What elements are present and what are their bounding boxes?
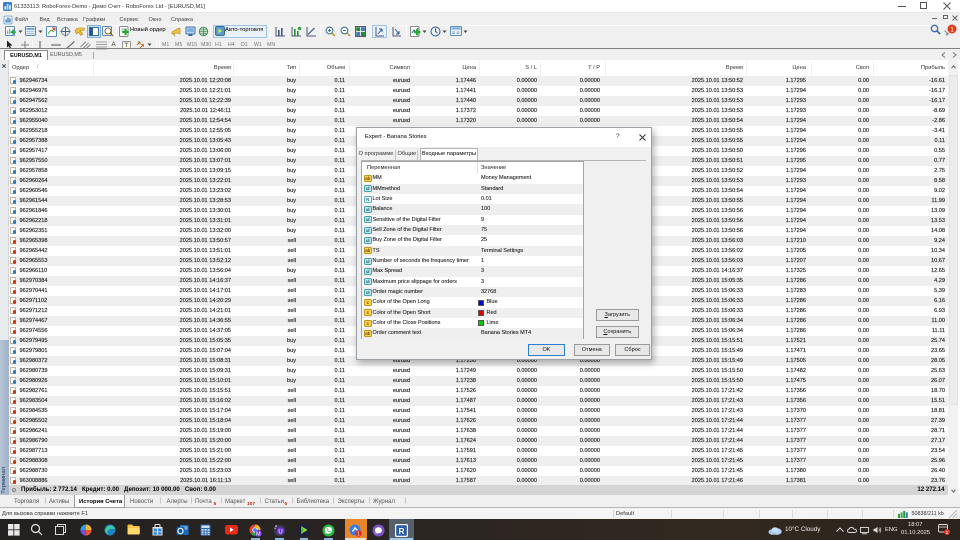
- svg-text:1: 1: [946, 530, 949, 536]
- svg-text:R: R: [399, 527, 405, 536]
- svg-text:1: 1: [357, 531, 360, 537]
- svg-text:1: 1: [950, 26, 954, 33]
- svg-text:U: U: [278, 529, 282, 535]
- svg-text:M: M: [256, 531, 261, 537]
